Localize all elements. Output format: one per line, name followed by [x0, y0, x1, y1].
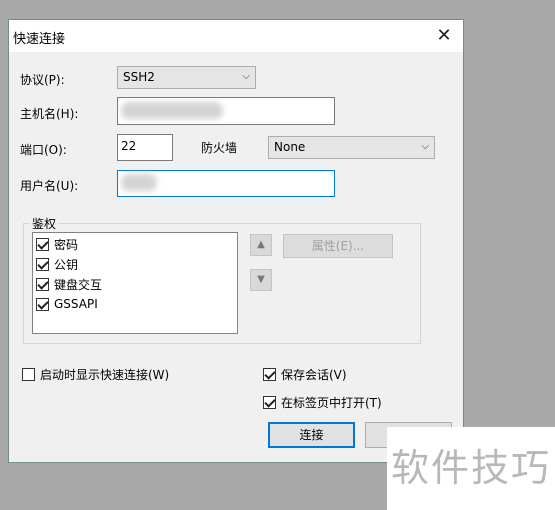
- checkbox-save-session[interactable]: [263, 368, 276, 381]
- chevron-down-icon: ⌵: [242, 71, 250, 82]
- redacted-username: [121, 174, 157, 191]
- move-up-button[interactable]: ▲: [250, 234, 272, 256]
- list-item[interactable]: 公钥: [36, 254, 78, 274]
- auth-method-list[interactable]: 密码 公钥 键盘交互 GSSAPI: [32, 232, 238, 334]
- firewall-select[interactable]: None ⌵: [268, 136, 435, 159]
- checkbox-password[interactable]: [36, 237, 49, 251]
- port-input[interactable]: 22: [117, 134, 173, 161]
- list-item[interactable]: GSSAPI: [36, 294, 98, 314]
- protocol-label: 协议(P):: [20, 73, 65, 87]
- hostname-label: 主机名(H):: [20, 107, 79, 121]
- open-in-tab-option[interactable]: 在标签页中打开(T): [263, 394, 382, 411]
- list-item[interactable]: 密码: [36, 234, 78, 254]
- firewall-value: None: [274, 140, 306, 154]
- checkbox-publickey[interactable]: [36, 257, 49, 271]
- title-bar: 快速连接 ✕: [9, 20, 463, 52]
- checkbox-keyboard-interactive[interactable]: [36, 277, 49, 291]
- chevron-down-icon: ⌵: [421, 141, 429, 152]
- username-label: 用户名(U):: [20, 179, 79, 193]
- protocol-select[interactable]: SSH2 ⌵: [117, 66, 256, 89]
- auth-group-label: 鉴权: [29, 215, 60, 232]
- close-icon[interactable]: ✕: [431, 24, 457, 48]
- checkbox-gssapi[interactable]: [36, 297, 49, 311]
- watermark: 软件技巧: [387, 427, 555, 510]
- checkbox-open-in-tab[interactable]: [263, 396, 276, 409]
- move-down-button[interactable]: ▼: [250, 269, 272, 291]
- list-item[interactable]: 键盘交互: [36, 274, 102, 294]
- redacted-hostname: [121, 102, 223, 119]
- firewall-label: 防火墙: [201, 141, 238, 155]
- port-value: 22: [121, 139, 137, 153]
- save-session-option[interactable]: 保存会话(V): [263, 366, 347, 383]
- quick-connect-dialog: 快速连接 ✕ 协议(P): SSH2 ⌵ 主机名(H): 端口(O): 22 防…: [8, 19, 464, 463]
- show-on-startup-option[interactable]: 启动时显示快速连接(W): [22, 366, 169, 383]
- triangle-up-icon: ▲: [257, 239, 265, 250]
- dialog-title: 快速连接: [13, 32, 66, 47]
- properties-button[interactable]: 属性(E)...: [283, 234, 393, 258]
- connect-button[interactable]: 连接: [268, 422, 355, 448]
- triangle-down-icon: ▼: [257, 274, 265, 285]
- protocol-value: SSH2: [123, 70, 155, 84]
- port-label: 端口(O):: [20, 143, 67, 157]
- checkbox-show-on-startup[interactable]: [22, 368, 35, 381]
